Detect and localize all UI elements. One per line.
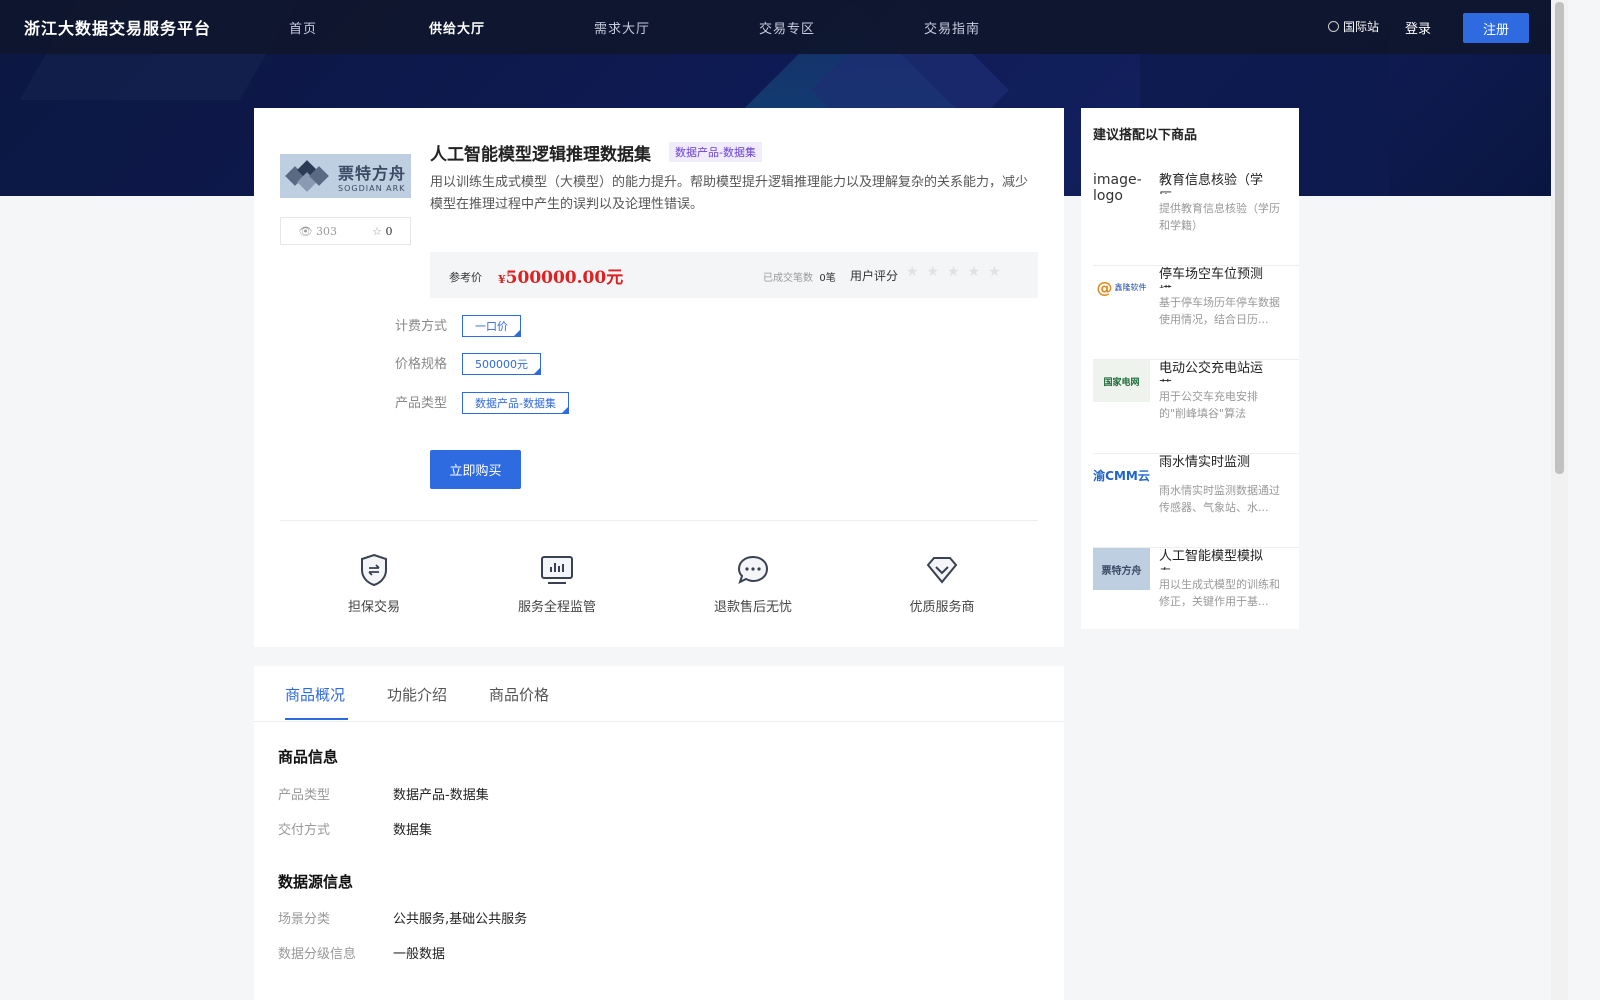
active-tab-indicator [285, 718, 348, 720]
section-title-datasource: 数据源信息 [278, 873, 354, 891]
logo-text-en: SOGDIAN ARK [338, 183, 406, 193]
login-link[interactable]: 登录 [1405, 18, 1431, 37]
recommend-item-desc: 用以生成式模型的训练和修正，关键作用于基... [1159, 578, 1280, 608]
recommend-item-name: 雨水情实时监测 [1159, 455, 1251, 470]
price-spec-label: 价格规格 [395, 357, 448, 372]
product-title: 人工智能模型逻辑推理数据集 [430, 145, 651, 165]
recommend-item-name: 教育信息核验（学历... [1159, 173, 1264, 194]
detail-tabs: 商品概况 功能介绍 商品价格 [254, 666, 1064, 722]
shield-exchange-icon [356, 552, 392, 588]
info-key: 产品类型 [278, 788, 331, 803]
product-stats: 👁 303 ☆ 0 [280, 217, 411, 245]
rating-label: 用户评分 [850, 269, 899, 283]
recommend-thumb: @ 鑫隆软件 [1096, 277, 1147, 297]
feature-supervision: 服务全程监管 [514, 552, 600, 615]
price-value: ¥500000.00元 [498, 268, 624, 288]
billing-method-label: 计费方式 [395, 319, 448, 334]
views-stat: 👁 303 [298, 224, 337, 238]
top-navbar: 浙江大数据交易服务平台 首页 供给大厅 需求大厅 交易专区 交易指南 国际站 登… [0, 0, 1568, 54]
register-button[interactable]: 注册 [1463, 13, 1529, 43]
price-bar: 参考价 ¥500000.00元 已成交笔数 0笔 用户评分 ★★★★★ [430, 252, 1038, 298]
section-title-product-info: 商品信息 [278, 748, 339, 766]
info-value: 数据产品-数据集 [393, 788, 489, 803]
details-card: 商品概况 功能介绍 商品价格 商品信息 产品类型 数据产品-数据集 交付方式 数… [254, 666, 1064, 1000]
nav-home[interactable]: 首页 [289, 18, 317, 37]
rating-stars: ★★★★★ [906, 264, 1009, 280]
at-logo-icon: @ [1096, 277, 1113, 297]
site-brand[interactable]: 浙江大数据交易服务平台 [24, 15, 211, 39]
recommend-item[interactable]: 渝CMM云 雨水情实时监测 雨水情实时监测数据通过传感器、气象站、水... [1093, 454, 1299, 548]
recommend-thumb: 渝CMM云 [1093, 468, 1150, 483]
recommend-item-desc: 雨水情实时监测数据通过传感器、气象站、水... [1159, 484, 1280, 514]
product-type-label: 产品类型 [395, 396, 448, 411]
recommend-item-name: 人工智能模型模拟专... [1159, 549, 1264, 570]
info-key: 场景分类 [278, 912, 331, 927]
recommend-panel: 建议搭配以下商品 image-logo 教育信息核验（学历... 提供教育信息核… [1081, 108, 1299, 629]
recommend-item-desc: 基于停车场历年停车数据使用情况，结合日历... [1159, 296, 1280, 326]
price-spec-option[interactable]: 500000元 [462, 353, 541, 375]
product-description: 用以训练生成式模型（大模型）的能力提升。帮助模型提升逻辑推理能力以及理解复杂的关… [430, 175, 1029, 212]
recommend-item[interactable]: 国家电网 电动公交充电站运营... 用于公交车充电安排的"削峰填谷"算法 [1093, 360, 1299, 454]
feature-quality-provider: 优质服务商 [907, 552, 977, 615]
scrollbar-thumb[interactable] [1555, 2, 1564, 474]
nav-trade-zone[interactable]: 交易专区 [759, 18, 815, 37]
recommend-title: 建议搭配以下商品 [1093, 128, 1198, 143]
recommend-item-desc: 用于公交车充电安排的"削峰填谷"算法 [1159, 390, 1258, 420]
feature-guarantee: 担保交易 [346, 552, 402, 615]
intl-site-label: 国际站 [1343, 20, 1380, 34]
deal-count: 已成交笔数 0笔 [763, 273, 836, 284]
buy-now-button[interactable]: 立即购买 [430, 450, 521, 489]
recommend-thumb: 国家电网 [1093, 360, 1150, 402]
recommend-item[interactable]: @ 鑫隆软件 停车场空车位预测模... 基于停车场历年停车数据使用情况，结合日历… [1093, 266, 1299, 360]
info-value: 公共服务,基础公共服务 [393, 912, 528, 927]
billing-method-option[interactable]: 一口价 [462, 315, 521, 337]
seller-logo: 票特方舟 SOGDIAN ARK [280, 154, 411, 198]
product-type-option[interactable]: 数据产品-数据集 [462, 392, 569, 414]
info-value: 一般数据 [393, 947, 446, 962]
logo-diamond-icon [285, 160, 330, 192]
price-label: 参考价 [449, 271, 482, 284]
tab-features[interactable]: 功能介绍 [387, 684, 447, 705]
tab-overview[interactable]: 商品概况 [285, 684, 345, 705]
product-card: 票特方舟 SOGDIAN ARK 👁 303 ☆ 0 人工智能模型逻辑推理数据集… [254, 108, 1064, 647]
monitor-chart-icon [539, 552, 575, 588]
recommend-thumb: 票特方舟 [1093, 548, 1150, 590]
logo-text-cn: 票特方舟 [338, 163, 407, 183]
favorites-stat[interactable]: ☆ 0 [372, 225, 392, 238]
recommend-item[interactable]: 票特方舟 人工智能模型模拟专... 用以生成式模型的训练和修正，关键作用于基..… [1093, 548, 1299, 642]
nav-demand-hall[interactable]: 需求大厅 [594, 18, 650, 37]
feature-refund: 退款售后无忧 [710, 552, 796, 615]
info-key: 数据分级信息 [278, 947, 357, 962]
nav-trade-guide[interactable]: 交易指南 [924, 18, 980, 37]
chat-bubble-icon [735, 552, 771, 588]
page-scrollbar[interactable] [1551, 0, 1568, 1000]
globe-icon [1328, 21, 1339, 32]
info-key: 交付方式 [278, 823, 331, 838]
nav-supply-hall[interactable]: 供给大厅 [429, 18, 485, 37]
product-category-tag: 数据产品-数据集 [669, 142, 762, 162]
info-value: 数据集 [393, 823, 433, 838]
diamond-icon [924, 552, 960, 588]
intl-site-link[interactable]: 国际站 [1328, 18, 1379, 35]
divider [280, 520, 1038, 521]
tab-pricing[interactable]: 商品价格 [489, 684, 549, 705]
recommend-item-name: 电动公交充电站运营... [1159, 361, 1264, 382]
broken-image-icon: image-logo [1093, 172, 1142, 204]
recommend-item-desc: 提供教育信息核验（学历和学籍） [1159, 202, 1280, 232]
recommend-item-name: 停车场空车位预测模... [1159, 267, 1264, 288]
recommend-item[interactable]: image-logo 教育信息核验（学历... 提供教育信息核验（学历和学籍） [1093, 172, 1299, 266]
eye-icon: 👁 [298, 224, 313, 238]
star-outline-icon: ☆ [372, 224, 382, 238]
